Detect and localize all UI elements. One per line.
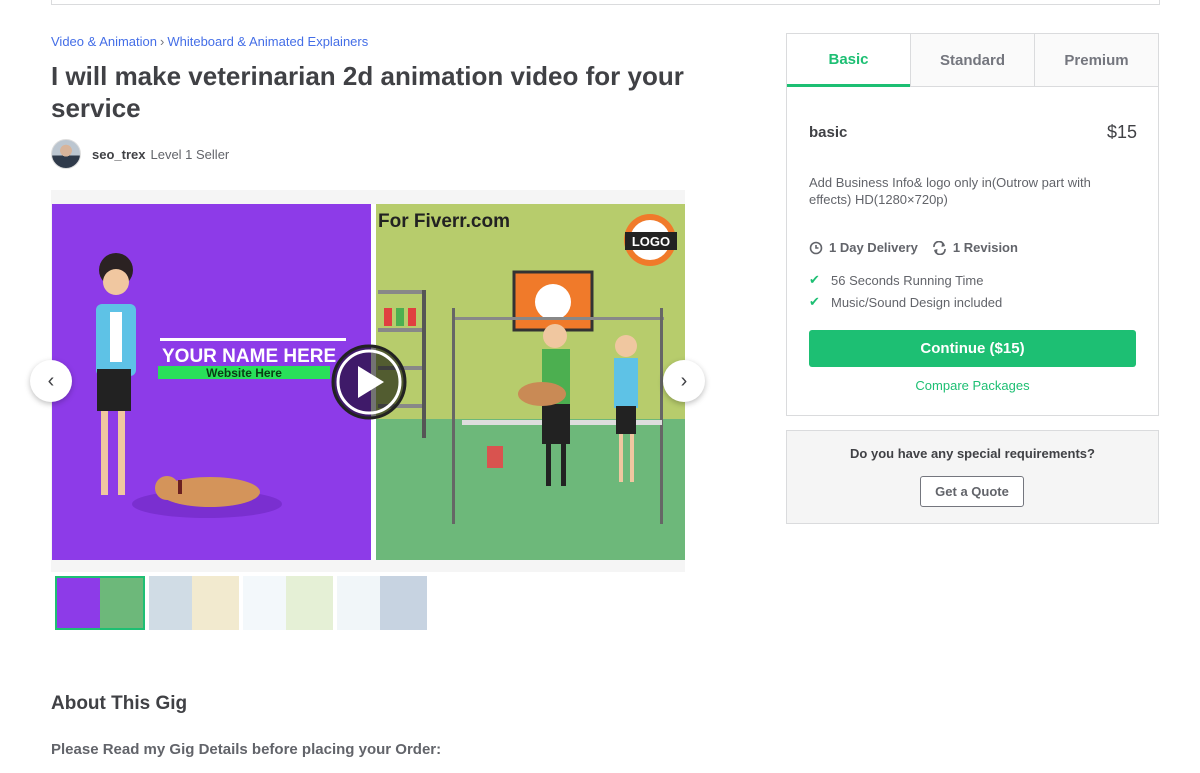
top-bar (51, 0, 1160, 5)
gallery-thumbnails (55, 576, 427, 630)
play-button[interactable] (331, 344, 407, 420)
tab-premium[interactable]: Premium (1034, 34, 1158, 86)
dog-portrait-icon (512, 270, 594, 332)
gallery-prev-button[interactable]: ‹ (30, 360, 72, 402)
breadcrumb-category[interactable]: Video & Animation (51, 34, 157, 49)
gig-title: I will make veterinarian 2d animation vi… (51, 61, 684, 123)
breadcrumb: Video & Animation › Whiteboard & Animated … (51, 34, 368, 49)
website-placeholder: Website Here (206, 366, 282, 380)
package-name: basic (809, 124, 848, 141)
seller-username[interactable]: seo_trex (92, 147, 145, 162)
chevron-left-icon: ‹ (47, 369, 55, 392)
bucket-icon (487, 446, 503, 468)
package-header: basic $15 (809, 122, 1137, 143)
seller-avatar[interactable] (51, 139, 81, 169)
thumbnail-1[interactable] (55, 576, 145, 630)
package-description: Add Business Info& logo only in(Outrow p… (809, 175, 1091, 207)
chevron-right-icon: › (680, 369, 688, 392)
logo-text: LOGO (632, 234, 670, 249)
thumbnail-2[interactable] (149, 576, 239, 630)
about-intro: Please Read my Gig Details before placin… (51, 741, 442, 758)
package-card: Basic Standard Premium basic $15 Add Bus… (786, 33, 1159, 416)
breadcrumb-separator: › (160, 34, 165, 49)
get-quote-button[interactable]: Get a Quote (920, 476, 1024, 507)
name-placeholder: YOUR NAME HERE (162, 346, 336, 367)
package-meta: 1 Day Delivery 1 Revision (809, 240, 1018, 255)
thumbnail-4[interactable] (337, 576, 427, 630)
revision-text: 1 Revision (952, 240, 1018, 255)
clock-icon (809, 241, 823, 254)
breadcrumb-subcategory[interactable]: Whiteboard & Animated Explainers (167, 34, 368, 49)
feature-item: ✔ 56 Seconds Running Time (809, 272, 1129, 288)
about-heading: About This Gig (51, 693, 188, 714)
gallery-next-button[interactable]: › (663, 360, 705, 402)
feature-text: 56 Seconds Running Time (831, 272, 984, 288)
revision-info: 1 Revision (932, 240, 1018, 255)
banner-line (160, 338, 346, 341)
refresh-icon (933, 240, 946, 255)
feature-text: Music/Sound Design included (831, 294, 1003, 310)
requirements-question: Do you have any special requirements? (850, 446, 1095, 461)
gallery-video-slide[interactable]: YOUR NAME HERE Website Here For Fiverr.c… (52, 204, 685, 560)
thumbnail-3[interactable] (243, 576, 333, 630)
check-icon: ✔ (809, 272, 820, 287)
continue-button[interactable]: Continue ($15) (809, 330, 1136, 367)
delivery-text: 1 Day Delivery (829, 240, 918, 255)
seller-level: Level 1 Seller (150, 146, 230, 162)
package-price: $15 (1106, 122, 1137, 142)
gig-gallery: YOUR NAME HERE Website Here For Fiverr.c… (51, 190, 685, 572)
brand-text: For Fiverr.com (378, 211, 510, 232)
tab-basic[interactable]: Basic (787, 34, 910, 87)
feature-item: ✔ Music/Sound Design included (809, 294, 1129, 310)
compare-packages-link[interactable]: Compare Packages (787, 378, 1158, 393)
delivery-info: 1 Day Delivery (809, 240, 918, 255)
seller-info: seo_trex Level 1 Seller (51, 139, 230, 169)
clinic-floor (376, 419, 685, 560)
special-requirements-card: Do you have any special requirements? Ge… (786, 430, 1159, 524)
package-tabs: Basic Standard Premium (787, 34, 1158, 87)
tab-standard[interactable]: Standard (910, 34, 1034, 86)
check-icon: ✔ (809, 294, 820, 309)
